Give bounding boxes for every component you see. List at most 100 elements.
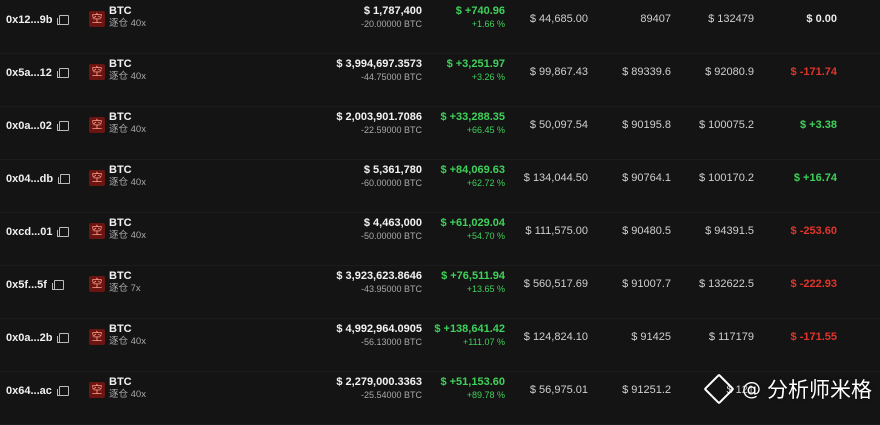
wallet-address[interactable]: 0x5f...5f (6, 279, 64, 291)
position-row[interactable]: 0x04...db 空 BTC 逐仓 40x $ 5,361,780 -60.0… (0, 159, 880, 213)
wallet-address[interactable]: 0x0a...02 (6, 120, 69, 132)
address-text[interactable]: 0x5a...12 (6, 67, 52, 79)
position-row[interactable]: 0x0a...2b 空 BTC 逐仓 40x $ 4,992,964.0905 … (0, 318, 880, 372)
copy-icon[interactable] (57, 227, 70, 237)
wallet-address[interactable]: 0x5a...12 (6, 67, 69, 79)
position-size: $ 2,003,901.7086 -22.59000 BTC (336, 111, 422, 136)
liquidation-price: $ 132622.5 (698, 278, 754, 290)
copy-icon[interactable] (57, 333, 70, 343)
position-row[interactable]: 0x5f...5f 空 BTC 逐仓 7x $ 3,923,623.8646 -… (0, 265, 880, 319)
unrealized-pnl: $ +33,288.35 +66.45 % (440, 111, 505, 136)
mark-price: $ 90764.1 (622, 172, 671, 184)
size-usd: $ 3,923,623.8646 (336, 270, 422, 282)
position-row[interactable]: 0x12...9b 空 BTC 逐仓 40x $ 1,787,400 -20.0… (0, 0, 880, 54)
coin-cell: BTC 逐仓 40x (109, 58, 146, 83)
size-qty: -56.13000 BTC (360, 337, 422, 347)
copy-icon[interactable] (51, 280, 64, 290)
entry-price: $ 56,975.01 (529, 384, 588, 396)
address-text[interactable]: 0xcd...01 (6, 226, 52, 238)
short-badge: 空 (89, 11, 105, 27)
position-size: $ 4,463,000 -50.00000 BTC (361, 217, 422, 242)
pnl-pct: +89.78 % (466, 390, 505, 400)
short-badge: 空 (89, 117, 105, 133)
liquidation-price: $ 132479 (708, 13, 754, 25)
short-badge: 空 (89, 382, 105, 398)
pnl-usd: $ +138,641.42 (434, 323, 505, 335)
size-usd: $ 4,463,000 (363, 217, 422, 229)
funding-fee: $ -171.55 (790, 331, 837, 343)
copy-icon[interactable] (57, 15, 70, 25)
position-row[interactable]: 0x0a...02 空 BTC 逐仓 40x $ 2,003,901.7086 … (0, 106, 880, 160)
address-text[interactable]: 0x64...ac (6, 385, 52, 397)
binance-square-logo-icon (703, 373, 735, 405)
pnl-usd: $ +76,511.94 (441, 270, 505, 282)
mark-price: 89407 (640, 13, 671, 25)
funding-fee: $ +16.74 (793, 172, 837, 184)
liquidation-price: $ 117179 (708, 331, 754, 343)
address-text[interactable]: 0x5f...5f (6, 279, 47, 291)
funding-fee: $ +3.38 (799, 119, 837, 131)
size-usd: $ 5,361,780 (363, 164, 422, 176)
liquidation-price: $ 94391.5 (705, 225, 754, 237)
unrealized-pnl: $ +84,069.63 +62.72 % (440, 164, 505, 189)
entry-price: $ 111,575.00 (525, 225, 588, 237)
size-usd: $ 2,003,901.7086 (336, 111, 422, 123)
pnl-usd: $ +33,288.35 (440, 111, 505, 123)
leverage-label: 逐仓 40x (109, 124, 146, 135)
leverage-label: 逐仓 40x (109, 389, 146, 400)
leverage-label: 逐仓 40x (109, 336, 146, 347)
coin-symbol: BTC (109, 58, 132, 70)
position-row[interactable]: 0x5a...12 空 BTC 逐仓 40x $ 3,994,697.3573 … (0, 53, 880, 107)
size-qty: -25.54000 BTC (360, 390, 422, 400)
wallet-address[interactable]: 0x64...ac (6, 385, 69, 397)
copy-icon[interactable] (58, 174, 71, 184)
address-text[interactable]: 0x04...db (6, 173, 53, 185)
funding-fee: $ 0.00 (806, 13, 837, 25)
short-badge: 空 (89, 276, 105, 292)
liquidation-price: $ 100170.2 (698, 172, 754, 184)
pnl-usd: $ +61,029.04 (440, 217, 505, 229)
pnl-pct: +62.72 % (466, 178, 505, 188)
address-text[interactable]: 0x12...9b (6, 14, 52, 26)
position-size: $ 2,279,000.3363 -25.54000 BTC (336, 376, 422, 401)
copy-icon[interactable] (56, 386, 69, 396)
liquidation-price: $ 100075.2 (698, 119, 754, 131)
position-row[interactable]: 0xcd...01 空 BTC 逐仓 40x $ 4,463,000 -50.0… (0, 212, 880, 266)
wallet-address[interactable]: 0xcd...01 (6, 226, 70, 238)
coin-cell: BTC 逐仓 7x (109, 270, 141, 295)
size-qty: -22.59000 BTC (360, 125, 422, 135)
leverage-label: 逐仓 40x (109, 71, 146, 82)
pnl-pct: +3.26 % (471, 72, 505, 82)
unrealized-pnl: $ +76,511.94 +13.65 % (441, 270, 505, 295)
short-badge: 空 (89, 64, 105, 80)
position-size: $ 5,361,780 -60.00000 BTC (361, 164, 422, 189)
watermark-text: 分析师米格 (767, 378, 872, 402)
copy-icon[interactable] (56, 121, 69, 131)
coin-cell: BTC 逐仓 40x (109, 164, 146, 189)
wallet-address[interactable]: 0x0a...2b (6, 332, 70, 344)
size-usd: $ 2,279,000.3363 (336, 376, 422, 388)
coin-symbol: BTC (109, 217, 132, 229)
coin-cell: BTC 逐仓 40x (109, 376, 146, 401)
coin-cell: BTC 逐仓 40x (109, 5, 146, 30)
pnl-usd: $ +3,251.97 (446, 58, 505, 70)
coin-cell: BTC 逐仓 40x (109, 111, 146, 136)
coin-symbol: BTC (109, 5, 132, 17)
address-text[interactable]: 0x0a...02 (6, 120, 52, 132)
unrealized-pnl: $ +138,641.42 +111.07 % (434, 323, 505, 348)
liquidation-price: $ 92080.9 (705, 66, 754, 78)
leverage-label: 逐仓 40x (109, 177, 146, 188)
wallet-address[interactable]: 0x04...db (6, 173, 71, 185)
pnl-usd: $ +740.96 (455, 5, 505, 17)
wallet-address[interactable]: 0x12...9b (6, 14, 70, 26)
position-size: $ 3,923,623.8646 -43.95000 BTC (336, 270, 422, 295)
address-text[interactable]: 0x0a...2b (6, 332, 52, 344)
copy-icon[interactable] (56, 68, 69, 78)
entry-price: $ 134,044.50 (523, 172, 588, 184)
coin-cell: BTC 逐仓 40x (109, 323, 146, 348)
short-badge: 空 (89, 223, 105, 239)
pnl-usd: $ +84,069.63 (440, 164, 505, 176)
coin-symbol: BTC (109, 111, 132, 123)
short-badge: 空 (89, 329, 105, 345)
leverage-label: 逐仓 40x (109, 230, 146, 241)
